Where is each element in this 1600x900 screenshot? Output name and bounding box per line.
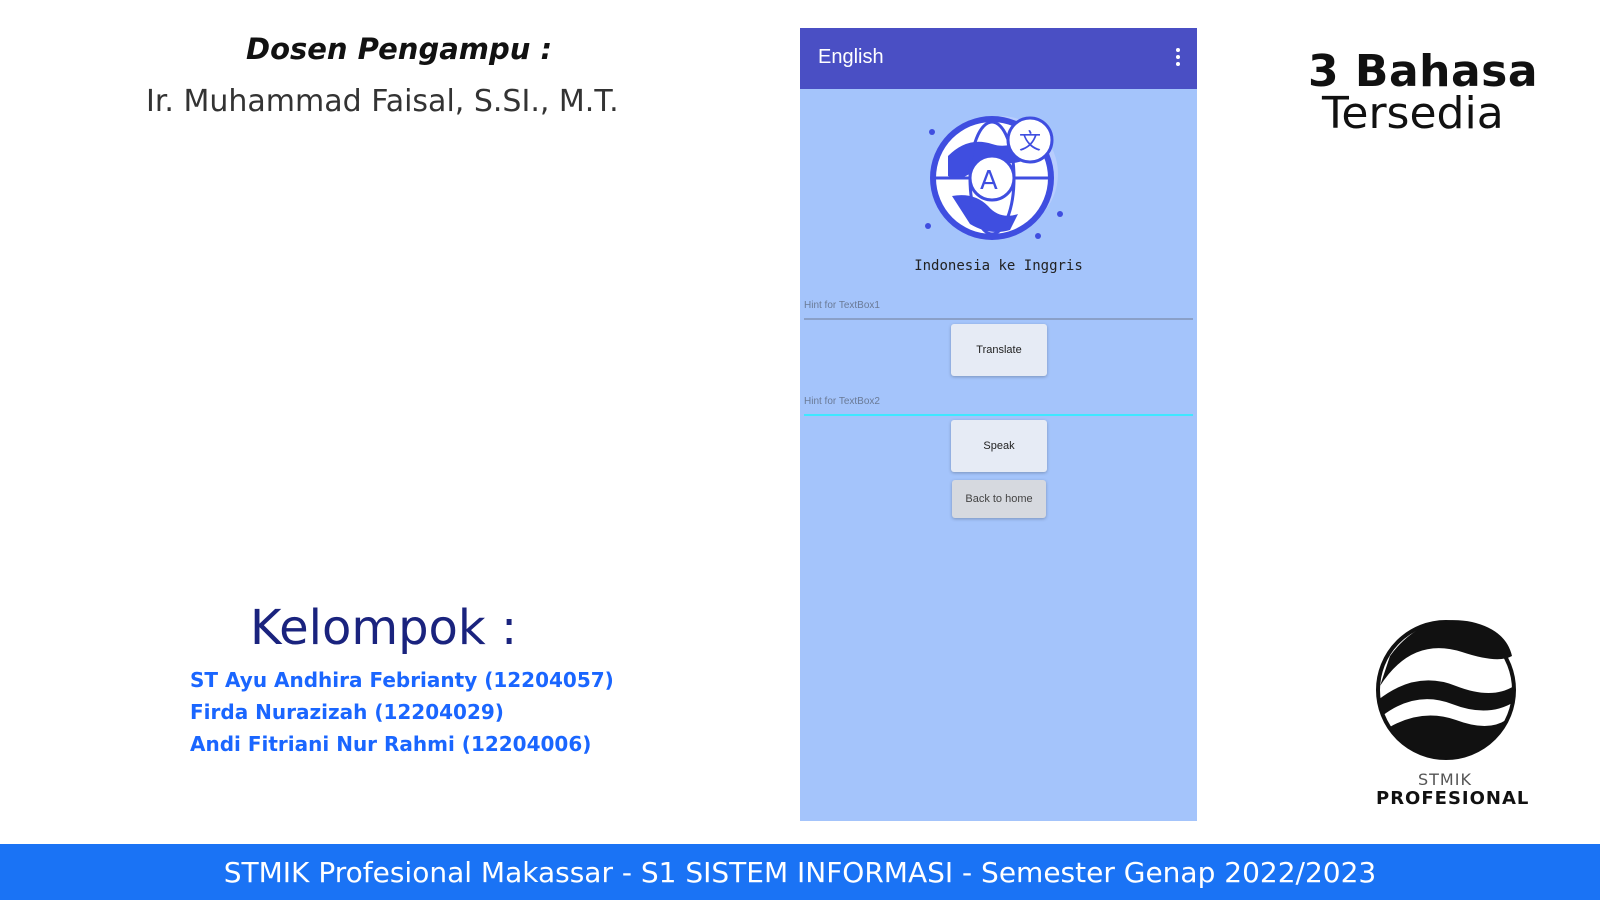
logo-text-top: STMIK [1418, 770, 1472, 789]
list-item: Firda Nurazizah (12204029) [190, 700, 504, 724]
footer-bar: STMIK Profesional Makassar - S1 SISTEM I… [0, 844, 1600, 900]
footer-text: STMIK Profesional Makassar - S1 SISTEM I… [223, 856, 1377, 889]
lecturer-name: Ir. Muhammad Faisal, S.SI., M.T. [146, 84, 619, 119]
translation-direction-label: Indonesia ke Inggris [914, 258, 1083, 274]
member-list: ST Ayu Andhira Febrianty (12204057) Fird… [190, 664, 614, 760]
badge-subtitle: Tersedia [1322, 88, 1504, 139]
lecturer-heading: Dosen Pengampu : [246, 32, 553, 66]
stmik-logo-icon [1376, 620, 1516, 760]
result-text-input[interactable] [804, 390, 1193, 416]
svg-text:A: A [980, 166, 998, 196]
translate-button[interactable]: Translate [951, 324, 1047, 376]
group-heading: Kelompok : [250, 600, 518, 656]
logo-text-bottom: PROFESIONAL [1376, 788, 1530, 809]
source-text-input[interactable] [804, 294, 1193, 320]
speak-button[interactable]: Speak [951, 420, 1047, 472]
phone-screen: English A 文 Indonesia ke Inggris Transla… [800, 28, 1197, 821]
app-bar: English [800, 28, 1197, 89]
list-item: ST Ayu Andhira Febrianty (12204057) [190, 668, 614, 692]
overflow-menu-icon[interactable] [1175, 48, 1181, 70]
slide: Dosen Pengampu : Ir. Muhammad Faisal, S.… [0, 0, 1600, 900]
svg-text:文: 文 [1019, 130, 1041, 155]
back-to-home-button[interactable]: Back to home [952, 480, 1046, 518]
app-title: English [818, 46, 884, 68]
list-item: Andi Fitriani Nur Rahmi (12204006) [190, 732, 592, 756]
globe-translate-icon: A 文 [925, 116, 1063, 240]
